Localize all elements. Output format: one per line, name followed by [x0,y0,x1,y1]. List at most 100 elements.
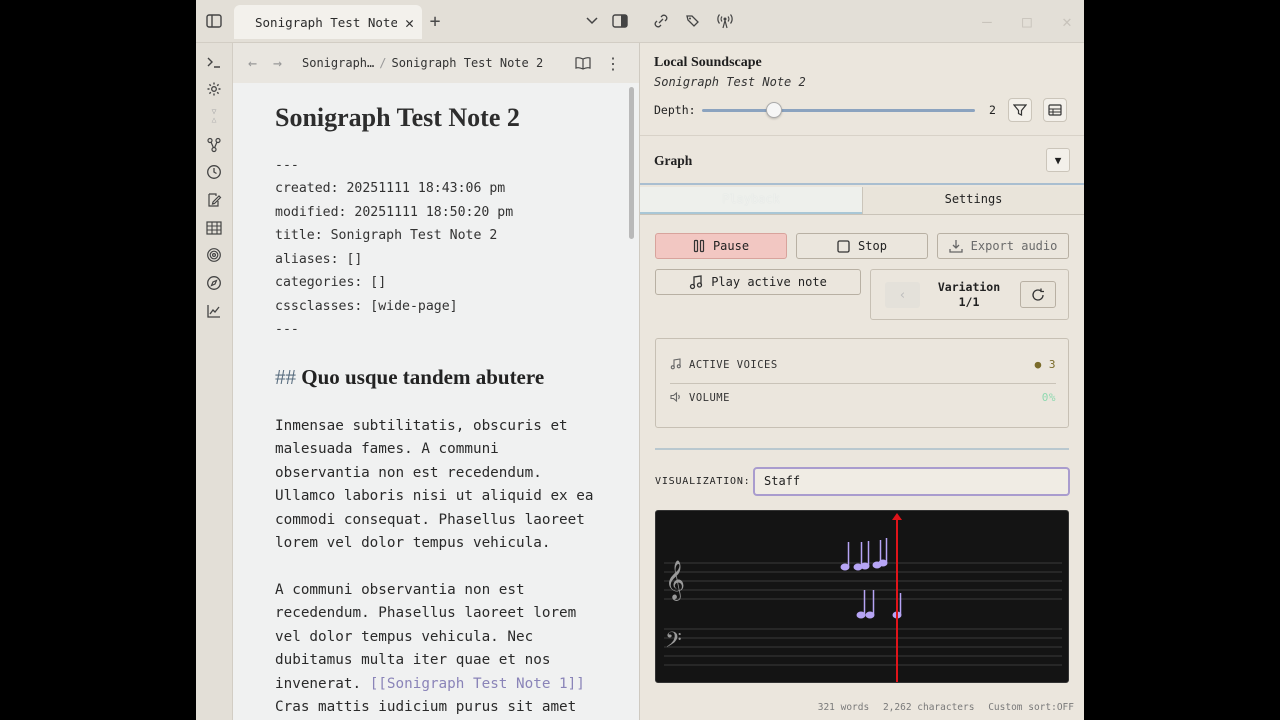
play-active-note-button[interactable]: Play active note [655,269,861,295]
breadcrumb-folder[interactable]: Sonigraph… [302,56,374,70]
variation-control: ‹ Variation 1/1 [870,269,1069,320]
tab-sonigraph-test-note[interactable]: Sonigraph Test Note… ✕ [234,5,422,39]
compass-icon[interactable] [205,274,223,292]
filter-button[interactable] [1008,98,1032,122]
text-line: Cras mattis iudicium purus sit amet [275,699,577,716]
speaker-icon [670,391,682,406]
active-voices-value: ● 3 [1034,358,1056,371]
text-line: A communi observantia non est [275,582,525,598]
bass-notes [856,590,902,619]
music-note-icon [690,274,703,289]
divider [670,383,1056,384]
section-heading: ## Quo usque tandem abutere [275,365,544,390]
play-active-label: Play active note [711,275,827,289]
tab-playback[interactable]: Playback [640,187,862,214]
graph-view-icon[interactable] [205,136,223,154]
word-count: 321 words [817,702,870,713]
text-line: dubitamus multa iter quae et nos [275,652,551,669]
variation-refresh-button[interactable] [1020,281,1056,308]
breadcrumb-separator: / [379,56,387,70]
tags-icon[interactable] [682,10,704,32]
internal-link[interactable]: [[Sonigraph Test Note 1]] [370,676,585,692]
custom-sort-status[interactable]: Custom sort:OFF [988,702,1074,713]
right-sidebar-toggle-icon[interactable] [609,10,631,32]
bass-staff-lines [664,628,1062,666]
breadcrumb: Sonigraph… / Sonigraph Test Note 2 [302,56,543,70]
volume-value: 0% [1041,391,1056,404]
spiral-icon[interactable] [205,246,223,264]
app-window: Sonigraph Test Note… ✕ + — □ ✕ ▽ △ ← → S… [196,0,1084,720]
layout-button[interactable] [1043,98,1067,122]
graph-expand-button[interactable]: ▼ [1046,148,1070,172]
depth-value: 2 [989,103,996,117]
stop-icon [837,239,850,253]
paragraph: A communi observantia non est recedendum… [275,579,595,719]
depth-slider-track[interactable] [702,109,975,112]
editor-scrollbar[interactable] [629,87,634,239]
panel-title: Local Soundscape [654,55,762,70]
visualization-select[interactable]: Staff [753,467,1070,496]
maximize-icon[interactable]: □ [1016,10,1038,32]
text-line: observantia non est recedendum. [275,464,542,481]
variation-label: Variation 1/1 [929,280,1009,310]
paragraph: Inmensae subtilitatis, obscuris et males… [275,415,595,555]
graph-section-header[interactable]: Graph ▼ [640,135,1084,185]
frontmatter-line: modified: 20251111 18:50:20 pm [275,205,514,220]
broadcast-icon[interactable] [714,10,736,32]
more-options-icon[interactable]: ⋮ [604,54,622,73]
minimize-icon[interactable]: — [976,10,998,32]
depth-slider-thumb[interactable] [766,102,782,118]
panel-subtitle: Sonigraph Test Note 2 [654,75,806,89]
pause-button[interactable]: Pause [655,233,787,259]
editor-pane: ← → Sonigraph… / Sonigraph Test Note 2 ⋮ S… [233,43,640,720]
staff-visualization: 𝄞 𝄢 [655,510,1069,683]
text-line: recedendum. Phasellus laoreet lorem [275,605,577,622]
export-audio-button[interactable]: Export audio [937,233,1069,259]
playhead-marker [892,513,902,520]
frontmatter-line: --- [275,158,299,173]
download-icon [948,240,963,253]
link-icon[interactable] [650,10,672,32]
depth-label: Depth: [654,103,696,117]
text-line: vel dolor tempus vehicula. Nec [275,628,534,645]
gear-icon[interactable] [205,80,223,98]
clock-icon[interactable] [205,163,223,181]
text-line: invenerat. [[Sonigraph Test Note 1]] [275,673,595,696]
close-icon[interactable]: ✕ [405,14,414,32]
editor-header: ← → Sonigraph… / Sonigraph Test Note 2 ⋮ [233,43,639,83]
filter-icon [1013,104,1027,116]
chevron-down-icon[interactable] [581,10,603,32]
window-close-icon[interactable]: ✕ [1056,10,1078,32]
stop-button[interactable]: Stop [796,233,928,259]
sidebar-toggle-icon[interactable] [203,10,225,32]
active-voices-row: ACTIVE VOICES ● 3 [670,356,1056,376]
bass-clef-icon: 𝄢 [665,628,682,658]
forward-arrow-icon[interactable]: → [273,54,282,72]
visualization-label: VISUALIZATION: [655,476,751,487]
frontmatter-line: --- [275,322,299,337]
breadcrumb-note[interactable]: Sonigraph Test Note 2 [391,56,543,70]
frontmatter-line: categories: [] [275,275,387,290]
heading-text: Quo usque tandem abutere [301,365,545,389]
variation-value: 1/1 [958,295,980,309]
chart-icon[interactable] [205,302,223,320]
treble-clef-icon: 𝄞 [665,560,685,601]
title-bar: Sonigraph Test Note… ✕ + — □ ✕ [196,0,1084,43]
note-title[interactable]: Sonigraph Test Note 2 [275,103,520,133]
playback-status: ACTIVE VOICES ● 3 VOLUME 0% [655,338,1069,428]
ribbon: ▽ △ [196,43,233,720]
table-icon[interactable] [205,219,223,237]
terminal-icon[interactable] [205,53,223,71]
collapse-arrows-icon[interactable]: ▽ △ [205,107,223,125]
reading-view-icon[interactable] [574,54,592,72]
text-line: lorem vel dolor tempus vehicula. [275,535,551,552]
tab-settings[interactable]: Settings [862,187,1084,214]
volume-label: VOLUME [689,392,730,404]
new-tab-button[interactable]: + [424,10,446,32]
text-line: malesuada fames. A communi [275,441,499,458]
edit-note-icon[interactable] [205,191,223,209]
heading-hash: ## [275,365,296,389]
variation-prev-button[interactable]: ‹ [885,282,920,308]
divider [655,448,1069,450]
back-arrow-icon[interactable]: ← [248,54,257,72]
